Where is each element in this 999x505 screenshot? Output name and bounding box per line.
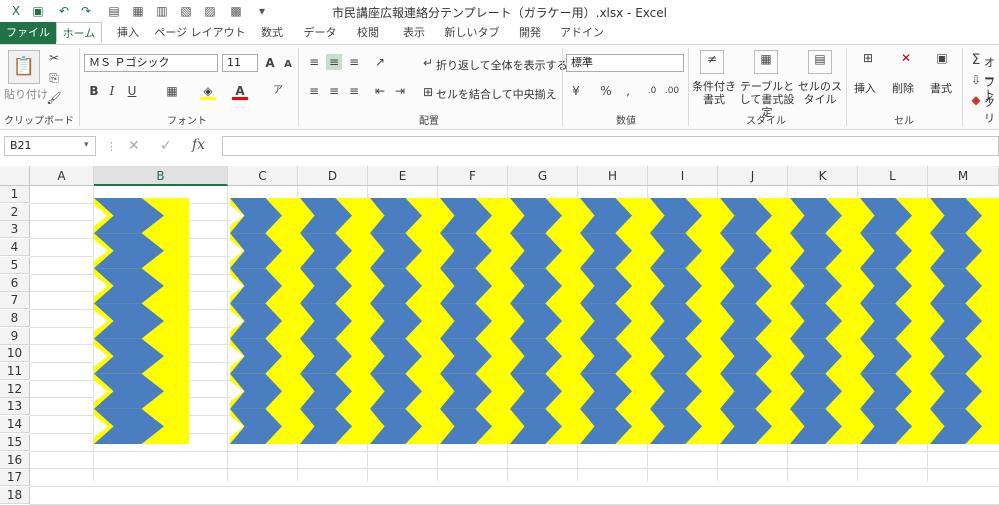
arrow-pattern-shapes (94, 198, 999, 444)
gridline (30, 503, 999, 505)
row-header-18[interactable]: 18 (0, 486, 30, 504)
gridline (30, 485, 999, 487)
